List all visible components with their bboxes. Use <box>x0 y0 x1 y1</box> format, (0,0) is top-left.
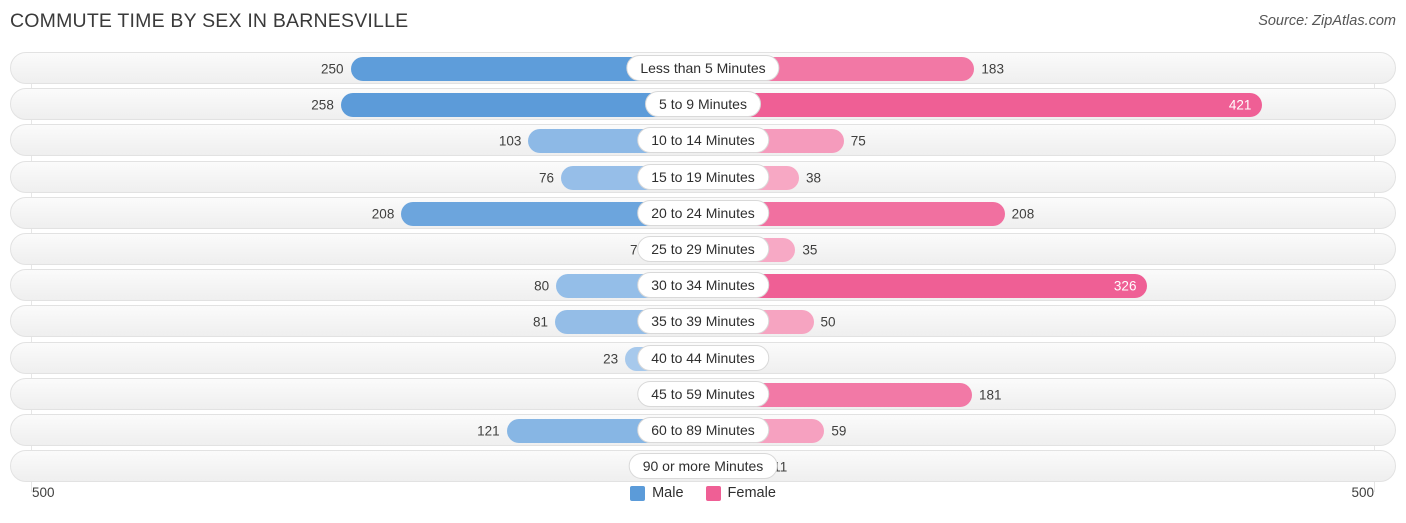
legend-item-male[interactable]: Male <box>630 485 684 501</box>
table-row: 80 326 30 to 34 Minutes <box>10 269 1396 302</box>
category-label: Less than 5 Minutes <box>626 55 780 81</box>
category-label: 15 to 19 Minutes <box>637 163 769 190</box>
category-label: 20 to 24 Minutes <box>637 199 769 226</box>
table-row: 250 183 Less than 5 Minutes <box>10 52 1396 84</box>
category-label: 40 to 44 Minutes <box>637 344 769 371</box>
legend-swatch-icon <box>630 485 646 501</box>
category-label: 10 to 14 Minutes <box>637 127 769 154</box>
chart-legend: Male Female <box>10 485 1396 501</box>
category-label: 45 to 59 Minutes <box>637 380 769 407</box>
legend-label: Male <box>652 485 684 501</box>
table-row: 01190 or more Minutes <box>10 450 1396 483</box>
page-title: COMMUTE TIME BY SEX IN BARNESVILLE <box>10 10 409 32</box>
category-label: 5 to 9 Minutes <box>645 91 761 118</box>
table-row: 118145 to 59 Minutes <box>10 377 1396 410</box>
chart-footer: 500 500 Male Female <box>10 485 1396 519</box>
legend-label: Female <box>727 485 776 501</box>
category-label: 30 to 34 Minutes <box>637 272 769 299</box>
table-row: 208 208 20 to 24 Minutes <box>10 196 1396 229</box>
legend-swatch-icon <box>705 485 721 501</box>
category-label: 90 or more Minutes <box>628 453 778 480</box>
table-row: 76 38 15 to 19 Minutes <box>10 160 1396 193</box>
table-row: 121 59 60 to 89 Minutes <box>10 413 1396 446</box>
table-row: 23040 to 44 Minutes <box>10 341 1396 374</box>
table-row: 103 75 10 to 14 Minutes <box>10 124 1396 157</box>
table-row: 258 421 5 to 9 Minutes <box>10 88 1396 121</box>
source-attribution: Source: ZipAtlas.com <box>1258 13 1396 29</box>
chart-root: COMMUTE TIME BY SEX IN BARNESVILLE Sourc… <box>0 0 1406 523</box>
table-row: 81 50 35 to 39 Minutes <box>10 305 1396 338</box>
bar-female[interactable]: 421 <box>703 93 1263 118</box>
category-label: 25 to 29 Minutes <box>637 235 769 262</box>
bar-female[interactable]: 326 <box>703 274 1148 299</box>
category-label: 60 to 89 Minutes <box>637 416 769 443</box>
bars-container: 250 183 Less than 5 Minutes 258 421 5 to 9 Mi… <box>10 52 1396 483</box>
legend-item-female[interactable]: Female <box>705 485 776 501</box>
category-label: 35 to 39 Minutes <box>637 308 769 335</box>
table-row: 7 35 25 to 29 Minutes <box>10 232 1396 265</box>
